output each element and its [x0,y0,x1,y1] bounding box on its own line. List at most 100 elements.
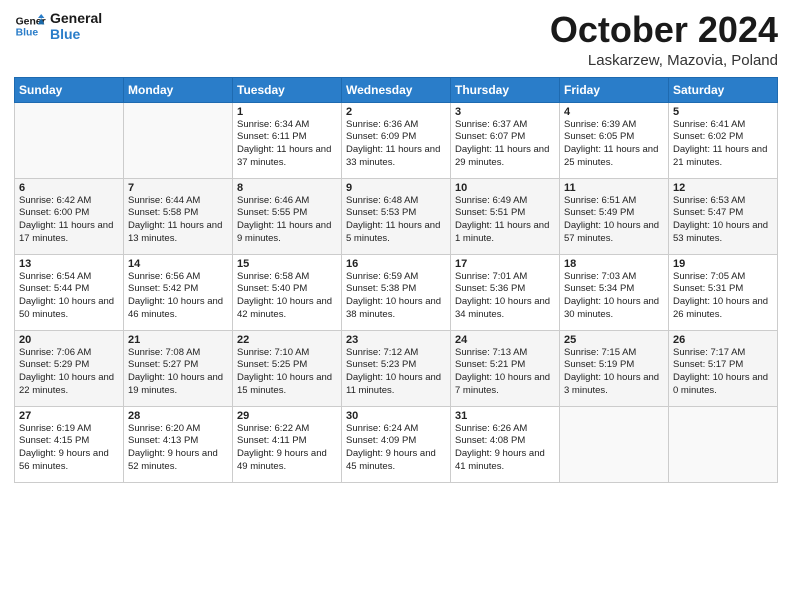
day-info: Sunrise: 6:26 AMSunset: 4:08 PMDaylight:… [455,423,555,474]
sunset-text: Sunset: 5:27 PM [128,359,228,372]
sunset-text: Sunset: 6:02 PM [673,131,773,144]
week-row-1: 1Sunrise: 6:34 AMSunset: 6:11 PMDaylight… [15,102,778,178]
day-number: 31 [455,410,555,422]
day-cell: 1Sunrise: 6:34 AMSunset: 6:11 PMDaylight… [233,102,342,178]
week-row-3: 13Sunrise: 6:54 AMSunset: 5:44 PMDayligh… [15,254,778,330]
sunset-text: Sunset: 5:38 PM [346,283,446,296]
sunrise-text: Sunrise: 6:48 AM [346,195,446,208]
day-cell: 21Sunrise: 7:08 AMSunset: 5:27 PMDayligh… [124,330,233,406]
day-cell: 29Sunrise: 6:22 AMSunset: 4:11 PMDayligh… [233,406,342,482]
col-monday: Monday [124,77,233,102]
day-number: 18 [564,258,664,270]
day-cell: 12Sunrise: 6:53 AMSunset: 5:47 PMDayligh… [669,178,778,254]
daylight-text: Daylight: 10 hours and 38 minutes. [346,296,446,322]
day-info: Sunrise: 6:24 AMSunset: 4:09 PMDaylight:… [346,423,446,474]
day-cell: 5Sunrise: 6:41 AMSunset: 6:02 PMDaylight… [669,102,778,178]
day-info: Sunrise: 6:54 AMSunset: 5:44 PMDaylight:… [19,271,119,322]
calendar-header: Sunday Monday Tuesday Wednesday Thursday… [15,77,778,102]
daylight-text: Daylight: 11 hours and 13 minutes. [128,220,228,246]
sunrise-text: Sunrise: 6:46 AM [237,195,337,208]
sunrise-text: Sunrise: 7:01 AM [455,271,555,284]
daylight-text: Daylight: 9 hours and 49 minutes. [237,448,337,474]
week-row-5: 27Sunrise: 6:19 AMSunset: 4:15 PMDayligh… [15,406,778,482]
sunrise-text: Sunrise: 6:49 AM [455,195,555,208]
day-number: 12 [673,182,773,194]
day-cell: 6Sunrise: 6:42 AMSunset: 6:00 PMDaylight… [15,178,124,254]
daylight-text: Daylight: 10 hours and 42 minutes. [237,296,337,322]
sunrise-text: Sunrise: 6:37 AM [455,119,555,132]
day-cell: 2Sunrise: 6:36 AMSunset: 6:09 PMDaylight… [342,102,451,178]
daylight-text: Daylight: 9 hours and 45 minutes. [346,448,446,474]
day-number: 7 [128,182,228,194]
day-info: Sunrise: 6:39 AMSunset: 6:05 PMDaylight:… [564,119,664,170]
title-block: October 2024 Laskarzew, Mazovia, Poland [550,10,778,69]
sunrise-text: Sunrise: 7:10 AM [237,347,337,360]
sunset-text: Sunset: 6:11 PM [237,131,337,144]
day-info: Sunrise: 7:15 AMSunset: 5:19 PMDaylight:… [564,347,664,398]
sunrise-text: Sunrise: 6:56 AM [128,271,228,284]
sunset-text: Sunset: 5:36 PM [455,283,555,296]
day-info: Sunrise: 7:12 AMSunset: 5:23 PMDaylight:… [346,347,446,398]
day-cell [669,406,778,482]
day-number: 16 [346,258,446,270]
day-number: 30 [346,410,446,422]
day-info: Sunrise: 6:51 AMSunset: 5:49 PMDaylight:… [564,195,664,246]
daylight-text: Daylight: 10 hours and 46 minutes. [128,296,228,322]
sunset-text: Sunset: 5:44 PM [19,283,119,296]
day-info: Sunrise: 6:48 AMSunset: 5:53 PMDaylight:… [346,195,446,246]
day-number: 4 [564,106,664,118]
day-cell: 31Sunrise: 6:26 AMSunset: 4:08 PMDayligh… [451,406,560,482]
day-number: 23 [346,334,446,346]
day-info: Sunrise: 6:56 AMSunset: 5:42 PMDaylight:… [128,271,228,322]
day-cell: 7Sunrise: 6:44 AMSunset: 5:58 PMDaylight… [124,178,233,254]
day-info: Sunrise: 7:05 AMSunset: 5:31 PMDaylight:… [673,271,773,322]
day-info: Sunrise: 7:13 AMSunset: 5:21 PMDaylight:… [455,347,555,398]
day-info: Sunrise: 6:41 AMSunset: 6:02 PMDaylight:… [673,119,773,170]
col-thursday: Thursday [451,77,560,102]
day-number: 2 [346,106,446,118]
day-number: 6 [19,182,119,194]
day-number: 25 [564,334,664,346]
day-number: 21 [128,334,228,346]
sunset-text: Sunset: 5:49 PM [564,207,664,220]
logo-icon: General Blue [14,10,46,42]
day-number: 3 [455,106,555,118]
day-number: 1 [237,106,337,118]
col-tuesday: Tuesday [233,77,342,102]
daylight-text: Daylight: 10 hours and 11 minutes. [346,372,446,398]
day-number: 17 [455,258,555,270]
day-number: 9 [346,182,446,194]
daylight-text: Daylight: 11 hours and 5 minutes. [346,220,446,246]
sunset-text: Sunset: 4:15 PM [19,435,119,448]
day-info: Sunrise: 6:46 AMSunset: 5:55 PMDaylight:… [237,195,337,246]
sunrise-text: Sunrise: 6:42 AM [19,195,119,208]
sunset-text: Sunset: 5:21 PM [455,359,555,372]
logo-text-blue: Blue [50,26,102,42]
day-number: 27 [19,410,119,422]
day-info: Sunrise: 6:19 AMSunset: 4:15 PMDaylight:… [19,423,119,474]
day-number: 15 [237,258,337,270]
daylight-text: Daylight: 10 hours and 22 minutes. [19,372,119,398]
day-info: Sunrise: 6:20 AMSunset: 4:13 PMDaylight:… [128,423,228,474]
day-cell: 22Sunrise: 7:10 AMSunset: 5:25 PMDayligh… [233,330,342,406]
sunset-text: Sunset: 6:09 PM [346,131,446,144]
calendar-table: Sunday Monday Tuesday Wednesday Thursday… [14,77,778,483]
day-info: Sunrise: 7:08 AMSunset: 5:27 PMDaylight:… [128,347,228,398]
day-cell: 4Sunrise: 6:39 AMSunset: 6:05 PMDaylight… [560,102,669,178]
day-cell: 26Sunrise: 7:17 AMSunset: 5:17 PMDayligh… [669,330,778,406]
sunrise-text: Sunrise: 6:36 AM [346,119,446,132]
sunrise-text: Sunrise: 7:17 AM [673,347,773,360]
day-info: Sunrise: 6:37 AMSunset: 6:07 PMDaylight:… [455,119,555,170]
day-cell [124,102,233,178]
sunrise-text: Sunrise: 7:06 AM [19,347,119,360]
day-info: Sunrise: 6:34 AMSunset: 6:11 PMDaylight:… [237,119,337,170]
sunrise-text: Sunrise: 6:34 AM [237,119,337,132]
col-saturday: Saturday [669,77,778,102]
sunrise-text: Sunrise: 6:22 AM [237,423,337,436]
sunrise-text: Sunrise: 6:58 AM [237,271,337,284]
sunset-text: Sunset: 5:42 PM [128,283,228,296]
day-cell: 27Sunrise: 6:19 AMSunset: 4:15 PMDayligh… [15,406,124,482]
day-cell: 30Sunrise: 6:24 AMSunset: 4:09 PMDayligh… [342,406,451,482]
day-cell: 11Sunrise: 6:51 AMSunset: 5:49 PMDayligh… [560,178,669,254]
sunset-text: Sunset: 5:31 PM [673,283,773,296]
